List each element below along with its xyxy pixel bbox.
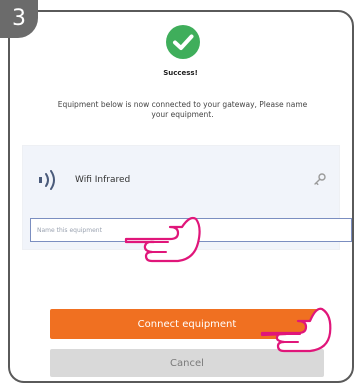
success-title: Success! — [163, 69, 198, 77]
success-description: Equipment below is now connected to your… — [57, 100, 308, 119]
key-icon[interactable] — [313, 172, 327, 186]
pointing-hand-icon — [260, 307, 332, 353]
pointing-hand-icon — [124, 216, 201, 263]
success-check-icon — [166, 25, 200, 59]
wifi-infrared-icon — [39, 170, 55, 190]
equipment-name: Wifi Infrared — [75, 175, 131, 185]
